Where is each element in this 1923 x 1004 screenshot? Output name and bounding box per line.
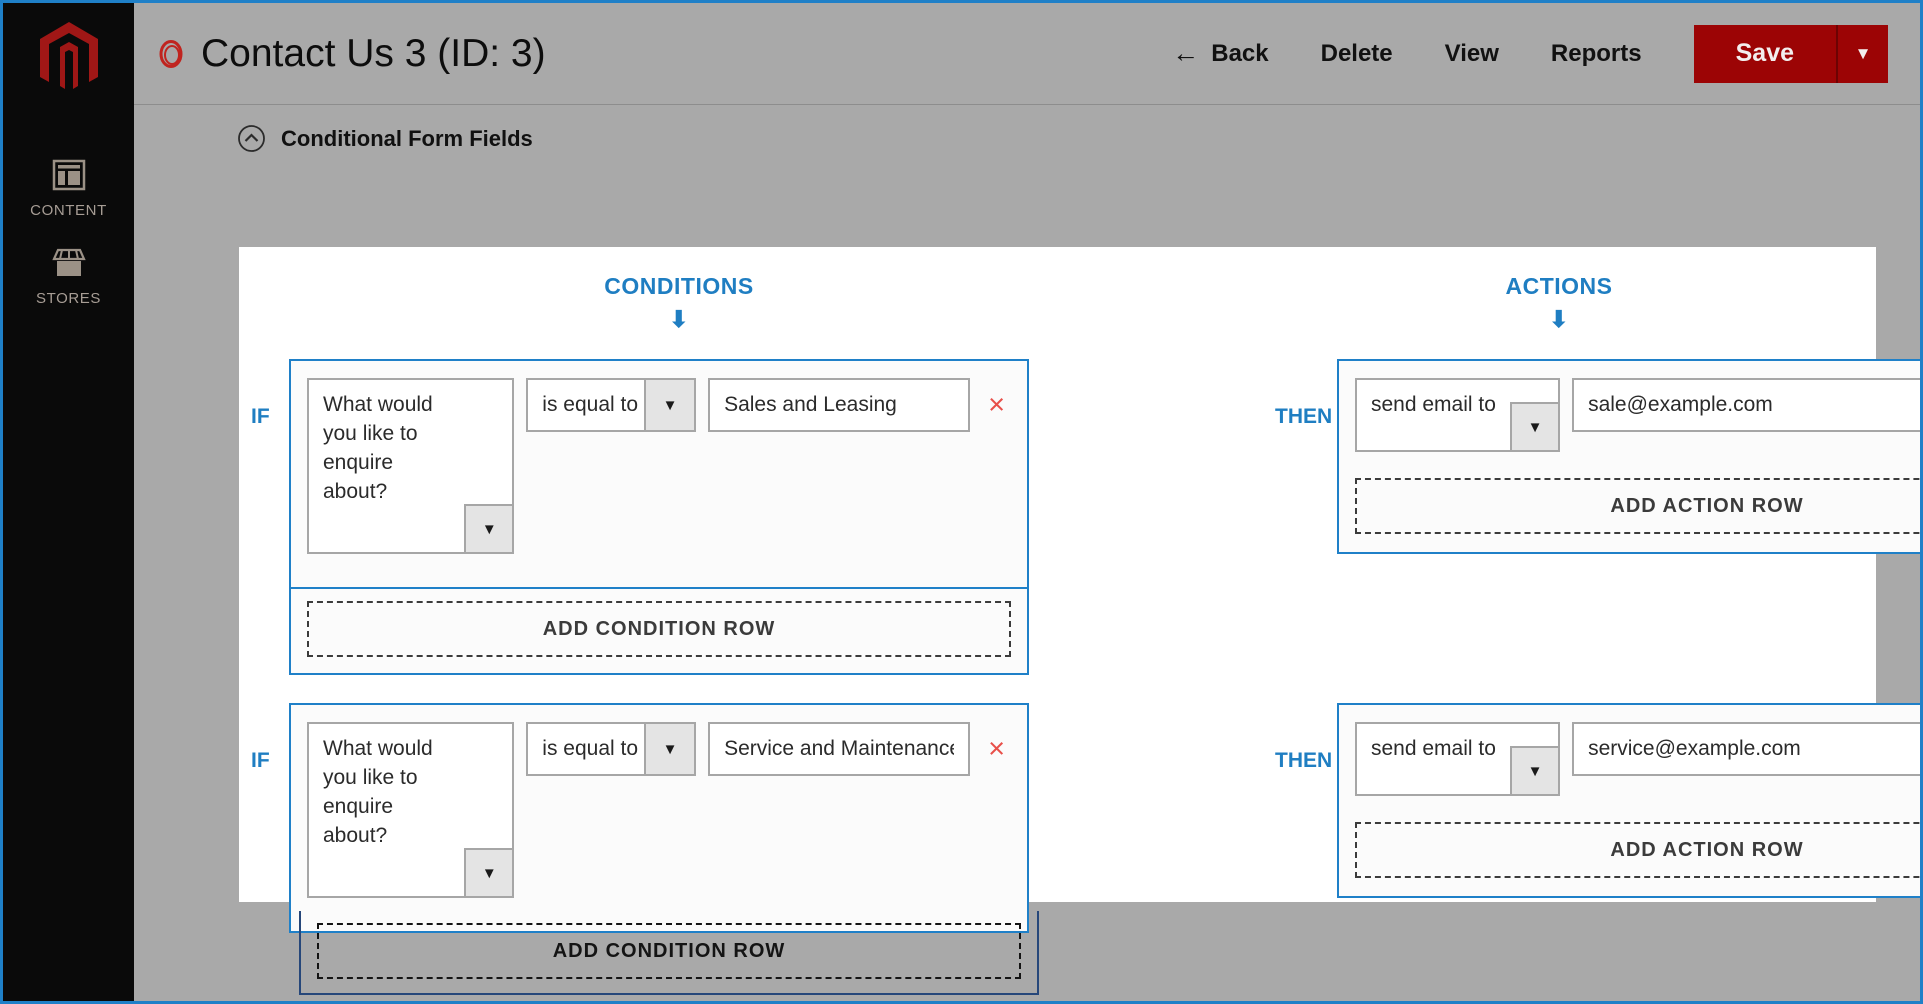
rule-row-2-actions: THEN send email to ▼ × ADD ACTION ROW bbox=[1271, 703, 1923, 898]
magento-logo-icon[interactable] bbox=[33, 17, 105, 101]
content-layout-icon bbox=[49, 155, 89, 195]
action-box-2: send email to ▼ × ADD ACTION ROW bbox=[1337, 703, 1923, 898]
add-action-row-button-2[interactable]: ADD ACTION ROW bbox=[1355, 822, 1923, 878]
add-condition-row-button-2[interactable]: ADD CONDITION ROW bbox=[317, 923, 1021, 979]
back-button[interactable]: ← Back bbox=[1146, 40, 1294, 68]
section-header-conditional-form-fields[interactable]: Conditional Form Fields bbox=[134, 104, 1920, 172]
page-title: Contact Us 3 (ID: 3) bbox=[201, 32, 546, 76]
conditions-column-heading: CONDITIONS ⬇ bbox=[559, 273, 799, 331]
action-type-select-1[interactable]: send email to ▼ bbox=[1355, 378, 1560, 452]
action-type-select-2[interactable]: send email to ▼ bbox=[1355, 722, 1560, 796]
chevron-down-icon-action-1: ▼ bbox=[1510, 402, 1558, 450]
add-condition-row-wrapper-2: ADD CONDITION ROW bbox=[299, 911, 1039, 995]
chevron-up-circle-icon[interactable] bbox=[236, 123, 267, 154]
action-line-1: send email to ▼ × bbox=[1355, 378, 1923, 452]
rule-row-1-actions: THEN send email to ▼ × ADD ACTION ROW bbox=[1271, 359, 1923, 554]
chevron-down-icon-op-2: ▼ bbox=[644, 724, 694, 774]
chevron-down-icon-action-2: ▼ bbox=[1510, 746, 1558, 794]
action-email-input-1[interactable] bbox=[1572, 378, 1923, 432]
condition-line-2: What would you like to enquire about? ▼ … bbox=[307, 722, 1011, 898]
action-box-1: send email to ▼ × ADD ACTION ROW bbox=[1337, 359, 1923, 554]
condition-value-input-1[interactable] bbox=[708, 378, 970, 432]
action-type-value-1: send email to bbox=[1357, 380, 1505, 429]
then-label-1: THEN bbox=[1271, 359, 1337, 429]
rule-row-1-conditions: IF What would you like to enquire about?… bbox=[251, 359, 1029, 675]
sidebar-item-stores[interactable]: STORES bbox=[3, 233, 134, 321]
reports-button-label: Reports bbox=[1551, 40, 1642, 68]
save-dropdown-caret-icon[interactable]: ▼ bbox=[1836, 25, 1888, 83]
view-button[interactable]: View bbox=[1419, 40, 1525, 68]
action-type-value-2: send email to bbox=[1357, 724, 1505, 773]
back-button-label: Back bbox=[1211, 40, 1268, 68]
page-header: Contact Us 3 (ID: 3) ← Back Delete View … bbox=[134, 3, 1920, 104]
view-button-label: View bbox=[1445, 40, 1499, 68]
condition-column-1: What would you like to enquire about? ▼ … bbox=[289, 359, 1029, 675]
action-line-2: send email to ▼ × bbox=[1355, 722, 1923, 796]
arrow-down-icon-conditions: ⬇ bbox=[559, 308, 799, 331]
if-label-1: IF bbox=[251, 359, 289, 429]
delete-button[interactable]: Delete bbox=[1295, 40, 1419, 68]
condition-attribute-select-1[interactable]: What would you like to enquire about? ▼ bbox=[307, 378, 514, 554]
arrow-down-icon-actions: ⬇ bbox=[1439, 308, 1679, 331]
action-email-input-2[interactable] bbox=[1572, 722, 1923, 776]
section-title: Conditional Form Fields bbox=[281, 126, 533, 152]
contact-form-ring-icon bbox=[155, 38, 187, 70]
store-front-icon bbox=[49, 243, 89, 283]
if-label-2: IF bbox=[251, 703, 289, 773]
remove-condition-icon-1[interactable]: × bbox=[982, 378, 1011, 432]
rule-row-2-conditions: IF What would you like to enquire about?… bbox=[251, 703, 1029, 933]
admin-page: CONTENT STORES C bbox=[0, 0, 1923, 1004]
actions-label: ACTIONS bbox=[1506, 273, 1613, 299]
header-actions: ← Back Delete View Reports Save ▼ bbox=[1146, 3, 1920, 104]
delete-button-label: Delete bbox=[1321, 40, 1393, 68]
save-button-group: Save ▼ bbox=[1694, 25, 1888, 83]
add-condition-row-button-1[interactable]: ADD CONDITION ROW bbox=[307, 601, 1011, 657]
reports-button[interactable]: Reports bbox=[1525, 40, 1668, 68]
condition-attribute-value-2: What would you like to enquire about? bbox=[309, 724, 457, 860]
condition-column-2: What would you like to enquire about? ▼ … bbox=[289, 703, 1029, 933]
chevron-down-icon-attr-1: ▼ bbox=[464, 504, 512, 552]
condition-box-2: What would you like to enquire about? ▼ … bbox=[289, 703, 1029, 933]
chevron-down-icon-attr-2: ▼ bbox=[464, 848, 512, 896]
sidebar: CONTENT STORES bbox=[3, 3, 134, 1001]
condition-operator-select-2[interactable]: is equal to ▼ bbox=[526, 722, 696, 776]
then-label-2: THEN bbox=[1271, 703, 1337, 773]
save-button[interactable]: Save bbox=[1694, 25, 1836, 83]
actions-column-heading: ACTIONS ⬇ bbox=[1439, 273, 1679, 331]
sidebar-item-label-content: CONTENT bbox=[30, 202, 107, 219]
add-condition-row-wrapper-1: ADD CONDITION ROW bbox=[289, 589, 1029, 675]
page-title-wrap: Contact Us 3 (ID: 3) bbox=[155, 5, 546, 101]
condition-operator-select-1[interactable]: is equal to ▼ bbox=[526, 378, 696, 432]
column-headings: CONDITIONS ⬇ ACTIONS ⬇ bbox=[239, 247, 1876, 329]
condition-value-input-2[interactable] bbox=[708, 722, 970, 776]
condition-attribute-value-1: What would you like to enquire about? bbox=[309, 380, 457, 516]
sidebar-item-label-stores: STORES bbox=[36, 290, 101, 307]
conditional-rules-panel: CONDITIONS ⬇ ACTIONS ⬇ IF What would you… bbox=[239, 247, 1876, 902]
add-action-row-button-1[interactable]: ADD ACTION ROW bbox=[1355, 478, 1923, 534]
remove-condition-icon-2[interactable]: × bbox=[982, 722, 1011, 776]
sidebar-item-content[interactable]: CONTENT bbox=[3, 145, 134, 233]
conditions-label: CONDITIONS bbox=[604, 273, 753, 299]
condition-box-1: What would you like to enquire about? ▼ … bbox=[289, 359, 1029, 589]
magento-logo-glyph bbox=[36, 20, 102, 98]
condition-line-1: What would you like to enquire about? ▼ … bbox=[307, 378, 1011, 554]
arrow-left-icon: ← bbox=[1172, 40, 1199, 67]
condition-attribute-select-2[interactable]: What would you like to enquire about? ▼ bbox=[307, 722, 514, 898]
chevron-down-icon-op-1: ▼ bbox=[644, 380, 694, 430]
